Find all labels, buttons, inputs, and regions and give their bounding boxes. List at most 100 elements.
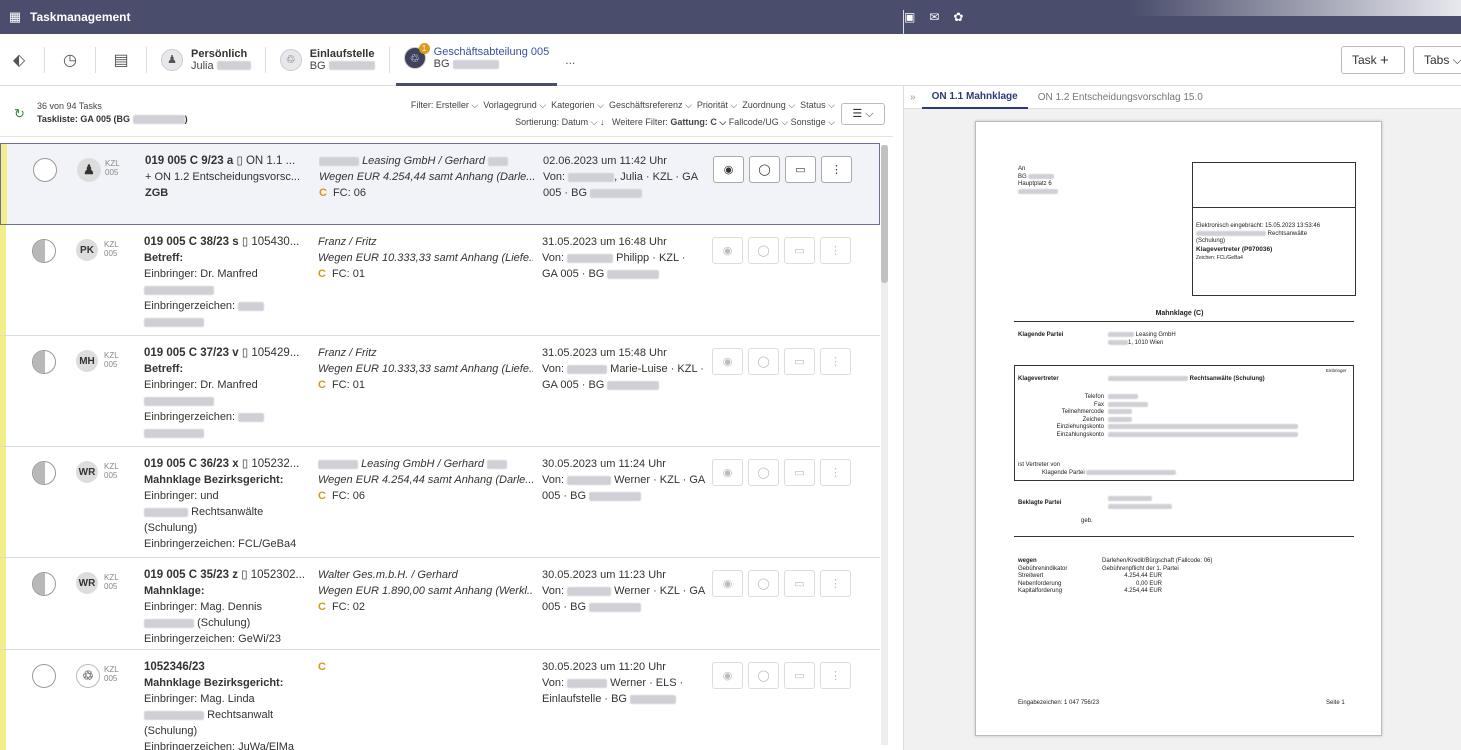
- task-id[interactable]: 019 005 C 36/23 x ▯ 105232...: [144, 456, 314, 472]
- task-line-3: Einbringer: Mag. Linda: [144, 693, 255, 705]
- table-row[interactable]: MH KZL 005 019 005 C 37/23 v ▯ 105429... …: [0, 336, 880, 447]
- filter-sonstige[interactable]: Sonstige ⌵: [791, 117, 835, 127]
- task-line-3: Einbringer: und: [144, 490, 219, 502]
- filter-ersteller[interactable]: Ersteller ⌵: [436, 100, 478, 110]
- comment-icon[interactable]: ◯: [748, 348, 779, 375]
- kzl-label: KZL 005: [105, 159, 120, 177]
- window-icon[interactable]: ▭: [784, 570, 815, 597]
- more-vertical-icon[interactable]: ⋮: [820, 662, 851, 689]
- eye-icon[interactable]: ◉: [713, 156, 744, 183]
- doc-vertreter: ist Vertreter von Klagende Partei: [1018, 462, 1177, 477]
- comment-icon[interactable]: ◯: [748, 570, 779, 597]
- doc-beklagte-label: Beklagte Partei: [1018, 500, 1062, 506]
- context-einlaufstelle[interactable]: ♲ Einlaufstelle BG: [272, 34, 383, 86]
- document-icon: ▯: [236, 155, 246, 167]
- context-geschaeftsabteilung[interactable]: ♲ 1 Geschäftsabteilung 005 BG: [395, 34, 558, 86]
- status-circle-icon[interactable]: [32, 461, 56, 485]
- status-circle-icon[interactable]: [32, 572, 56, 596]
- list-scrollbar[interactable]: [881, 145, 888, 745]
- more-vertical-icon[interactable]: ⋮: [821, 156, 852, 183]
- inbox-icon: ♲: [279, 48, 302, 71]
- doc-footer-right: Seite 1: [1326, 700, 1345, 706]
- comment-icon[interactable]: ◯: [748, 459, 779, 486]
- filter-prioritaet[interactable]: Priorität ⌵: [697, 100, 737, 110]
- table-row[interactable]: WR KZL 005 019 005 C 36/23 x ▯ 105232... …: [0, 447, 880, 558]
- window-icon[interactable]: ▭: [785, 156, 816, 183]
- eye-icon[interactable]: ◉: [712, 662, 743, 689]
- filter-zuordnung[interactable]: Zuordnung ⌵: [742, 100, 795, 110]
- eye-icon[interactable]: ◉: [712, 348, 743, 375]
- table-row[interactable]: PK KZL 005 019 005 C 38/23 s ▯ 105430... …: [0, 225, 880, 336]
- window-icon[interactable]: ▭: [784, 459, 815, 486]
- more-vertical-icon[interactable]: ⋮: [820, 570, 851, 597]
- collapse-icon[interactable]: »: [904, 92, 922, 103]
- filter-status[interactable]: Status ⌵: [800, 100, 835, 110]
- doc-kv-fields: Telefon Fax Teilnehmercode Zeichen Einzi…: [1056, 394, 1104, 438]
- eye-icon[interactable]: ◉: [712, 570, 743, 597]
- filter-geschaeftsreferenz[interactable]: Geschäftsreferenz ⌵: [609, 100, 692, 110]
- window-icon[interactable]: ▭: [784, 348, 815, 375]
- doc-beklagte-value: [1108, 496, 1172, 511]
- doc-klagende-label: Klagende Partei: [1018, 332, 1064, 338]
- avatar: PK: [76, 239, 98, 261]
- context-personal[interactable]: ♟ Persönlich Julia: [153, 34, 259, 86]
- status-circle-icon[interactable]: [32, 350, 56, 374]
- comment-icon[interactable]: ◯: [748, 237, 779, 264]
- filter-fallcode[interactable]: Fallcode/UG ⌵: [729, 117, 788, 127]
- task-meta: 30.05.2023 um 11:23 Uhr Von: Werner · KZ…: [542, 569, 706, 613]
- plus-icon: +: [1380, 51, 1389, 69]
- tabs-dropdown-button[interactable]: Tabs ⌵: [1413, 46, 1461, 74]
- doc-kv-name: Rechtsanwälte (Schulung): [1108, 376, 1265, 384]
- list-view-button[interactable]: ☰ ⌵: [841, 103, 885, 125]
- sort-row: Sortierung: Datum ⌵ ↓ Weitere Filter: Ga…: [515, 117, 835, 128]
- person-icon: ♟: [161, 48, 183, 71]
- task-id[interactable]: 019 005 C 38/23 s ▯ 105430...: [144, 234, 314, 250]
- eye-icon[interactable]: ◉: [712, 237, 743, 264]
- gattung-filter[interactable]: Gattung: C ⌵: [670, 117, 726, 127]
- add-task-button[interactable]: Task +: [1341, 46, 1405, 74]
- tag-icon[interactable]: ⬖: [0, 41, 38, 79]
- task-id[interactable]: 019 005 C 35/23 z ▯ 1052302...: [144, 567, 314, 583]
- apps-grid-icon[interactable]: ▦: [0, 9, 30, 25]
- tab-on-1-2[interactable]: ON 1.2 Entscheidungsvorschlag 15.0: [1028, 87, 1213, 109]
- pdf-page: An BG Hauptplatz 6 Elektronisch eingebra…: [975, 121, 1382, 736]
- comment-icon[interactable]: ◯: [749, 156, 780, 183]
- table-row[interactable]: ♟ KZL 005 019 005 C 9/23 a ▯ ON 1.1 ... +…: [0, 143, 880, 225]
- more-vertical-icon[interactable]: ⋮: [820, 348, 851, 375]
- more-vertical-icon[interactable]: ⋮: [820, 237, 851, 264]
- task-meta: 30.05.2023 um 11:20 Uhr Von: Werner · EL…: [542, 661, 684, 705]
- status-circle-icon[interactable]: [32, 664, 56, 688]
- refresh-icon[interactable]: ↻: [14, 106, 25, 122]
- avatar: WR: [76, 572, 98, 594]
- filter-vorlagegrund[interactable]: Vorlagegrund ⌵: [483, 100, 546, 110]
- task-id[interactable]: 019 005 C 9/23 a ▯ ON 1.1 ...: [145, 153, 315, 169]
- window-icon[interactable]: ▭: [784, 662, 815, 689]
- chevron-down-icon: ⌵: [1452, 52, 1461, 67]
- status-circle-icon[interactable]: [33, 158, 57, 182]
- task-id[interactable]: 019 005 C 37/23 v ▯ 105429...: [144, 345, 314, 361]
- table-row[interactable]: ♲ KZL 005 1052346/23 Mahnklage Bezirksger…: [0, 650, 880, 750]
- document-viewer[interactable]: An BG Hauptplatz 6 Elektronisch eingebra…: [904, 109, 1461, 750]
- more-contexts-button[interactable]: ...: [557, 53, 583, 67]
- tab-on-1-1[interactable]: ON 1.1 Mahnklage: [921, 87, 1028, 109]
- archive-icon[interactable]: ▤: [102, 41, 140, 79]
- task-doc-2: + ON 1.2 Entscheidungsvorsc...: [145, 171, 300, 183]
- preview-tabs: » ON 1.1 Mahnklage ON 1.2 Entscheidungsv…: [904, 87, 1461, 109]
- sort-direction-icon[interactable]: ↓: [600, 117, 605, 127]
- calendar-clock-icon[interactable]: ◷: [51, 41, 89, 79]
- task-parties: Franz / Fritz Wegen EUR 10.333,33 samt A…: [318, 347, 533, 391]
- task-line-2: Betreff:: [144, 252, 184, 264]
- task-list-panel: ↻ 36 von 94 Tasks Taskliste: GA 005 (BG …: [0, 87, 893, 750]
- table-row[interactable]: WR KZL 005 019 005 C 35/23 z ▯ 1052302...…: [0, 558, 880, 650]
- task-parties: C: [318, 661, 326, 673]
- avatar: WR: [76, 461, 98, 483]
- more-vertical-icon[interactable]: ⋮: [820, 459, 851, 486]
- window-icon[interactable]: ▭: [784, 237, 815, 264]
- kzl-label: KZL 005: [104, 573, 119, 591]
- status-circle-icon[interactable]: [32, 239, 56, 263]
- sort-dropdown[interactable]: Datum ⌵: [562, 117, 598, 127]
- eye-icon[interactable]: ◉: [712, 459, 743, 486]
- filter-kategorien[interactable]: Kategorien ⌵: [551, 100, 604, 110]
- task-id[interactable]: 1052346/23: [144, 659, 314, 675]
- comment-icon[interactable]: ◯: [748, 662, 779, 689]
